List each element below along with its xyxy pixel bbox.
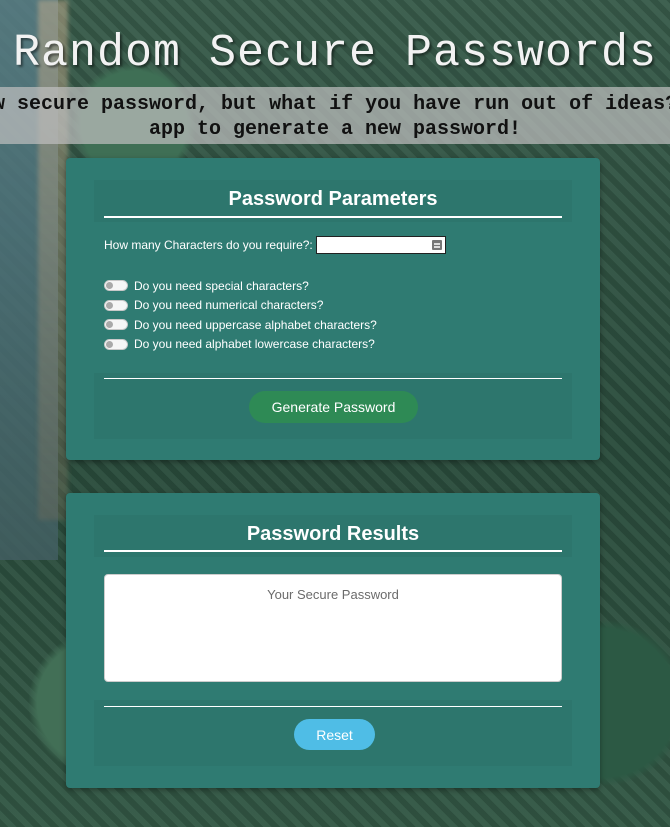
parameters-title: Password Parameters	[228, 188, 438, 210]
footer-divider	[104, 706, 562, 707]
subtitle-line-2: app to generate a new password!	[148, 118, 522, 141]
header-divider	[104, 216, 562, 218]
toggle-label: Do you need special characters?	[134, 278, 309, 293]
numerical-toggle-switch[interactable]	[104, 299, 128, 311]
character-toggles: Do you need special characters? Do you n…	[104, 276, 377, 354]
uppercase-toggle-switch[interactable]	[104, 319, 128, 331]
toggle-knob-icon	[106, 321, 113, 329]
number-picker-icon[interactable]	[431, 240, 442, 250]
length-row: How many Characters do you require?:	[104, 234, 446, 256]
lowercase-toggle-switch[interactable]	[104, 338, 128, 350]
toggle-row-special[interactable]: Do you need special characters?	[104, 276, 377, 296]
password-output-field[interactable]: Your Secure Password	[104, 574, 562, 682]
reset-button[interactable]: Reset	[294, 719, 375, 750]
toggle-label: Do you need numerical characters?	[134, 298, 324, 313]
toggle-knob-icon	[106, 340, 113, 348]
generate-password-button[interactable]: Generate Password	[249, 391, 418, 423]
toggle-label: Do you need alphabet lowercase character…	[134, 337, 375, 352]
length-label: How many Characters do you require?:	[104, 238, 313, 252]
toggle-row-numerical[interactable]: Do you need numerical characters?	[104, 296, 377, 316]
page-title: Random Secure Passwords	[12, 28, 658, 79]
footer-divider	[104, 378, 562, 379]
page-subtitle-banner: Need a new secure password, but what if …	[0, 87, 670, 144]
toggle-knob-icon	[106, 282, 113, 290]
header-divider	[104, 550, 562, 552]
subtitle-line-1: Need a new secure password, but what if …	[0, 93, 670, 116]
length-input[interactable]	[315, 236, 446, 254]
password-placeholder: Your Secure Password	[267, 587, 399, 602]
toggle-label: Do you need uppercase alphabet character…	[134, 317, 377, 332]
toggle-row-uppercase[interactable]: Do you need uppercase alphabet character…	[104, 315, 377, 335]
results-title: Password Results	[246, 523, 420, 545]
password-results-panel: Password Results Your Secure Password Re…	[66, 493, 600, 788]
password-parameters-panel: Password Parameters How many Characters …	[66, 158, 600, 460]
special-toggle-switch[interactable]	[104, 280, 128, 292]
toggle-knob-icon	[106, 301, 113, 309]
toggle-row-lowercase[interactable]: Do you need alphabet lowercase character…	[104, 335, 377, 355]
